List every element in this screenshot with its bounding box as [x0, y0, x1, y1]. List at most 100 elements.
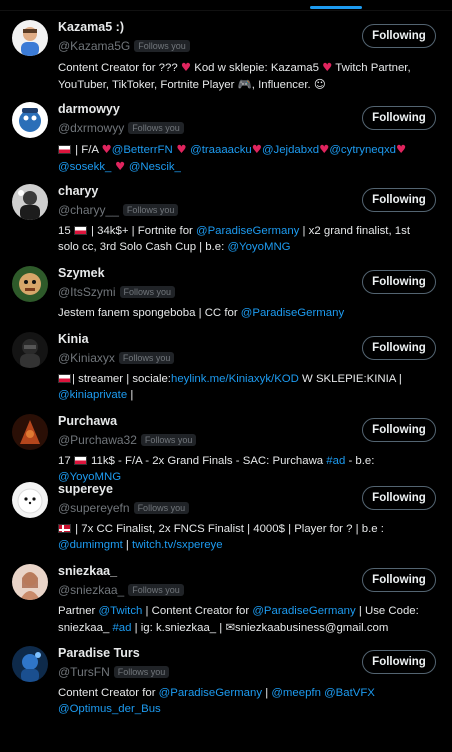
- user-handle[interactable]: @TursFN: [58, 665, 110, 679]
- user-handle[interactable]: @charyy__: [58, 203, 119, 217]
- bio-link[interactable]: @ParadiseGermany: [252, 605, 355, 617]
- bio-text: | 34k$+ | Fortnite for: [87, 225, 197, 237]
- user-bio: | streamer | sociale:heylink.me/Kiniaxyk…: [58, 371, 436, 403]
- bio-link[interactable]: @YoyoMNG: [227, 241, 290, 253]
- bio-link[interactable]: @BetterrFN: [112, 144, 173, 156]
- user-cell[interactable]: darmowyy @dxrmowyy Follows you | F/A ♥@B…: [0, 92, 452, 174]
- user-bio: Content Creator for ??? ♥ Kod w sklepie:…: [58, 59, 436, 93]
- user-cell[interactable]: Purchawa @Purchawa32 Follows you 17 11k$…: [0, 404, 452, 483]
- avatar[interactable]: [12, 646, 48, 682]
- bio-link[interactable]: @Twitch: [99, 605, 143, 617]
- user-name[interactable]: sniezkaa_: [58, 564, 117, 578]
- avatar[interactable]: [12, 266, 48, 302]
- user-cell[interactable]: Paradise Turs @TursFN Follows you Conten…: [0, 636, 452, 718]
- poland-flag-icon: [58, 145, 71, 154]
- bio-link[interactable]: #ad: [326, 455, 345, 467]
- user-handle[interactable]: @Kiniaxyx: [58, 351, 115, 365]
- poland-flag-icon: [73, 456, 87, 465]
- bio-text: |: [122, 539, 133, 551]
- follows-you-badge: Follows you: [133, 502, 190, 514]
- bio-link[interactable]: @cytryneqxd: [329, 144, 396, 156]
- bio-link[interactable]: @ParadiseGermany: [159, 687, 262, 699]
- following-button[interactable]: Following: [362, 106, 436, 130]
- following-button[interactable]: Following: [362, 188, 436, 212]
- follows-you-badge: Follows you: [128, 584, 184, 596]
- user-handle[interactable]: @dxrmowyy: [58, 121, 124, 135]
- active-tab-indicator: [310, 6, 362, 9]
- avatar[interactable]: [12, 184, 48, 220]
- following-button[interactable]: Following: [362, 24, 436, 48]
- bio-text: Partner: [58, 605, 99, 617]
- bio-link[interactable]: @BatVFX: [324, 687, 375, 699]
- user-handle[interactable]: @sniezkaa_: [58, 583, 124, 597]
- user-bio: | 7x CC Finalist, 2x FNCS Finalist | 400…: [58, 521, 436, 553]
- bio-link[interactable]: @kiniaprivate: [58, 389, 127, 401]
- user-cell[interactable]: supereye @supereyefn Follows you | 7x CC…: [0, 472, 452, 554]
- bio-link[interactable]: heylink.me/Kiniaxyk/: [171, 373, 274, 385]
- bio-link[interactable]: @meepfn: [271, 687, 321, 699]
- poland-flag-icon: [58, 374, 71, 383]
- avatar[interactable]: [12, 20, 48, 56]
- heart-icon: ♥: [322, 60, 333, 74]
- user-handle[interactable]: @Kazama5G: [58, 39, 130, 53]
- heart-icon: ♥: [319, 142, 330, 156]
- bio-link[interactable]: @Jejdabxd: [262, 144, 319, 156]
- user-cell[interactable]: Kazama5 :) @Kazama5G Follows you Content…: [0, 10, 452, 92]
- user-name[interactable]: darmowyy: [58, 102, 120, 116]
- following-button[interactable]: Following: [362, 270, 436, 294]
- bio-text: Content Creator for ???: [58, 62, 181, 74]
- following-button[interactable]: Following: [362, 568, 436, 592]
- user-name[interactable]: Paradise Turs: [58, 646, 140, 660]
- bio-link[interactable]: twitch.tv/sxpereye: [132, 539, 223, 551]
- bio-text: - b.e:: [345, 455, 375, 467]
- user-cell[interactable]: sniezkaa_ @sniezkaa_ Follows you Partner…: [0, 554, 452, 636]
- bio-text: | streamer | sociale:: [72, 373, 171, 385]
- user-name[interactable]: charyy: [58, 184, 98, 198]
- avatar[interactable]: [12, 332, 48, 368]
- bio-link[interactable]: KOD: [274, 373, 299, 385]
- heart-icon: ♥: [172, 142, 191, 156]
- user-handle[interactable]: @supereyefn: [58, 501, 130, 515]
- user-name[interactable]: supereye: [58, 482, 113, 496]
- follows-you-badge: Follows you: [140, 434, 197, 446]
- bio-link[interactable]: @ParadiseGermany: [196, 225, 299, 237]
- avatar[interactable]: [12, 102, 48, 138]
- bio-link[interactable]: @sosekk_: [58, 161, 111, 173]
- user-bio: Partner @Twitch | Content Creator for @P…: [58, 603, 436, 636]
- user-handle[interactable]: @Purchawa32: [58, 433, 137, 447]
- bio-link[interactable]: #ad: [112, 622, 131, 634]
- following-button[interactable]: Following: [362, 336, 436, 360]
- heart-icon: ♥: [101, 142, 112, 156]
- user-name[interactable]: Purchawa: [58, 414, 117, 428]
- following-button[interactable]: Following: [362, 650, 436, 674]
- bio-text: |: [127, 389, 134, 401]
- user-name[interactable]: Kazama5 :): [58, 20, 124, 34]
- user-bio: Content Creator for @ParadiseGermany | @…: [58, 685, 436, 717]
- user-bio: 15 | 34k$+ | Fortnite for @ParadiseGerma…: [58, 223, 436, 255]
- heart-icon: ♥: [251, 142, 262, 156]
- bio-link[interactable]: @ParadiseGermany: [241, 307, 344, 319]
- bio-text: |: [262, 687, 272, 699]
- bio-link[interactable]: @dumimgmt: [58, 539, 123, 551]
- bio-link[interactable]: @Optimus_der_Bus: [58, 703, 161, 715]
- poland-flag-icon: [73, 226, 87, 235]
- bio-link[interactable]: @traaaacku: [190, 144, 252, 156]
- avatar[interactable]: [12, 482, 48, 518]
- bio-text: Kod w sklepie: Kazama5: [191, 62, 323, 74]
- user-handle[interactable]: @ItsSzymi: [58, 285, 116, 299]
- user-cell[interactable]: Kinia @Kiniaxyx Follows you | streamer |…: [0, 322, 452, 404]
- user-name[interactable]: Szymek: [58, 266, 105, 280]
- emoji-icon: ✉: [225, 620, 235, 634]
- user-name[interactable]: Kinia: [58, 332, 89, 346]
- bio-text: 17: [58, 455, 74, 467]
- bio-link[interactable]: @Nescik_: [129, 161, 181, 173]
- bio-text: | F/A: [72, 144, 102, 156]
- user-cell[interactable]: charyy @charyy__ Follows you 15 | 34k$+ …: [0, 174, 452, 256]
- avatar[interactable]: [12, 564, 48, 600]
- following-button[interactable]: Following: [362, 486, 436, 510]
- user-cell[interactable]: Szymek @ItsSzymi Follows you Jestem fane…: [0, 256, 452, 322]
- avatar[interactable]: [12, 414, 48, 450]
- user-bio: | F/A ♥@BetterrFN ♥ @traaaacku♥@Jejdabxd…: [58, 141, 436, 175]
- following-button[interactable]: Following: [362, 418, 436, 442]
- follows-you-badge: Follows you: [118, 352, 175, 364]
